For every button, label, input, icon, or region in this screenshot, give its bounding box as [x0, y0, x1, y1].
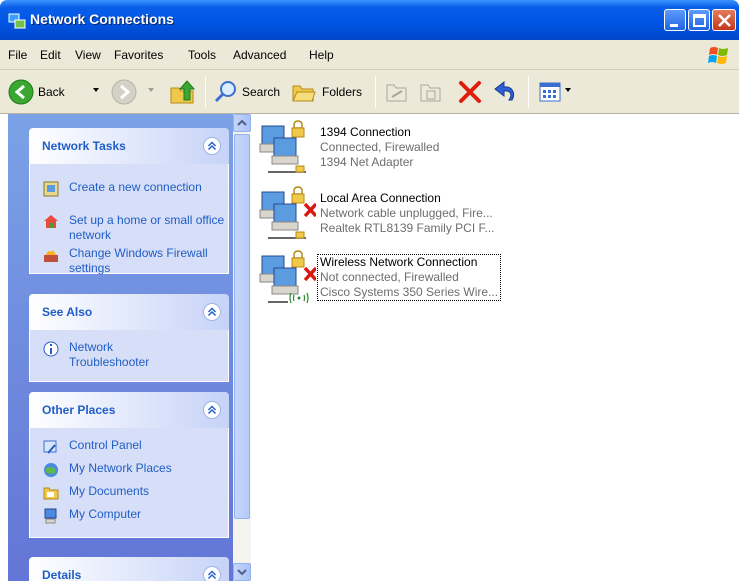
back-button[interactable]: Back: [38, 85, 65, 99]
info-icon: [43, 341, 59, 357]
connection-wireless[interactable]: Wireless Network Connection Not connecte…: [258, 250, 528, 310]
network-tasks-header[interactable]: Network Tasks: [29, 128, 229, 164]
maximize-icon: [693, 14, 706, 27]
up-folder-icon[interactable]: [168, 78, 196, 106]
panel-title: Details: [42, 568, 82, 581]
move-to-icon[interactable]: [384, 79, 410, 105]
task-network-troubleshooter[interactable]: Network Troubleshooter: [43, 340, 169, 370]
toolbar-separator: [375, 76, 376, 108]
windows-logo-icon: [708, 47, 728, 64]
copy-to-icon[interactable]: [418, 79, 444, 105]
network-places-icon: [44, 463, 58, 477]
chevron-up-icon: [237, 119, 247, 126]
see-also-header[interactable]: See Also: [29, 294, 229, 330]
menu-advanced[interactable]: Advanced: [233, 48, 286, 62]
close-button[interactable]: [712, 9, 736, 31]
toolbar: Back Search Folders: [0, 70, 739, 114]
search-button[interactable]: Search: [242, 85, 280, 99]
undo-icon[interactable]: [492, 79, 518, 105]
wireless-connection-icon: [259, 250, 316, 304]
folders-icon[interactable]: [291, 79, 317, 105]
new-connection-icon: [43, 181, 59, 197]
search-icon[interactable]: [213, 79, 239, 105]
menu-edit[interactable]: Edit: [40, 48, 61, 62]
task-create-connection[interactable]: Create a new connection: [43, 180, 202, 197]
network-tasks-panel: Network Tasks Create a new connection Se…: [29, 128, 229, 276]
folders-button[interactable]: Folders: [322, 85, 362, 99]
other-places-body: Control Panel My Network Places My Docum…: [29, 428, 229, 538]
toolbar-separator: [205, 76, 206, 108]
connection-device: 1394 Net Adapter: [320, 155, 414, 169]
see-also-body: Network Troubleshooter: [29, 330, 229, 382]
forward-dropdown-icon[interactable]: [148, 88, 154, 92]
connection-name: Local Area Connection: [320, 191, 441, 205]
network-tasks-body: Create a new connection Set up a home or…: [29, 164, 229, 276]
task-firewall-settings[interactable]: Change Windows Firewall settings: [43, 246, 228, 276]
collapse-chevron-icon[interactable]: [203, 566, 221, 581]
documents-folder-icon: [43, 487, 59, 500]
other-places-header[interactable]: Other Places: [29, 392, 229, 428]
menu-tools[interactable]: Tools: [188, 48, 216, 62]
task-pane: Network Tasks Create a new connection Se…: [8, 114, 233, 581]
place-my-documents[interactable]: My Documents: [43, 484, 149, 501]
views-icon[interactable]: [538, 80, 562, 104]
network-connection-icon: [259, 186, 316, 239]
connection-name: Wireless Network Connection: [320, 255, 478, 269]
back-arrow-icon[interactable]: [8, 79, 34, 105]
computer-icon: [44, 508, 57, 524]
delete-icon[interactable]: [457, 79, 483, 105]
task-home-network[interactable]: Set up a home or small office network: [43, 213, 228, 243]
place-my-network-places[interactable]: My Network Places: [43, 461, 172, 478]
menu-file[interactable]: File: [8, 48, 27, 62]
window-title: Network Connections: [30, 11, 174, 27]
title-bar: Network Connections: [0, 0, 739, 40]
scroll-thumb[interactable]: [234, 134, 250, 519]
scroll-down-button[interactable]: [233, 563, 251, 581]
connection-name: 1394 Connection: [320, 125, 411, 139]
collapse-chevron-icon[interactable]: [203, 401, 221, 419]
minimize-icon: [670, 24, 678, 27]
panel-title: Network Tasks: [42, 139, 126, 153]
see-also-panel: See Also Network Troubleshooter: [29, 294, 229, 382]
connection-status: Network cable unplugged, Fire...: [320, 206, 493, 220]
connection-1394[interactable]: 1394 Connection Connected, Firewalled 13…: [258, 120, 528, 180]
menu-view[interactable]: View: [75, 48, 101, 62]
task-pane-scrollbar[interactable]: [233, 114, 251, 581]
network-connection-icon: [259, 120, 306, 173]
collapse-chevron-icon[interactable]: [203, 137, 221, 155]
scroll-up-button[interactable]: [233, 114, 251, 132]
panel-title: See Also: [42, 305, 93, 319]
firewall-icon: [44, 250, 58, 262]
chevron-down-icon: [237, 569, 247, 576]
menu-favorites[interactable]: Favorites: [114, 48, 163, 62]
connection-status: Not connected, Firewalled: [320, 270, 459, 284]
views-dropdown-icon[interactable]: [565, 88, 571, 92]
network-connections-icon: [8, 13, 26, 29]
menu-bar: File Edit View Favorites Tools Advanced …: [0, 40, 739, 70]
connection-device: Realtek RTL8139 Family PCI F...: [320, 221, 495, 235]
maximize-button[interactable]: [688, 9, 710, 31]
close-icon: [718, 14, 731, 27]
connection-status: Connected, Firewalled: [320, 140, 440, 154]
details-header[interactable]: Details: [29, 557, 229, 581]
toolbar-separator: [528, 76, 529, 108]
connection-local-area[interactable]: Local Area Connection Network cable unpl…: [258, 186, 528, 246]
menu-help[interactable]: Help: [309, 48, 334, 62]
forward-arrow-icon[interactable]: [111, 79, 137, 105]
place-control-panel[interactable]: Control Panel: [43, 438, 142, 455]
back-dropdown-icon[interactable]: [93, 88, 99, 92]
minimize-button[interactable]: [664, 9, 686, 31]
connection-device: Cisco Systems 350 Series Wire...: [320, 285, 499, 299]
details-panel: Details: [29, 557, 229, 581]
other-places-panel: Other Places Control Panel My Network Pl…: [29, 392, 229, 538]
place-my-computer[interactable]: My Computer: [43, 507, 141, 524]
control-panel-icon: [43, 440, 57, 454]
collapse-chevron-icon[interactable]: [203, 303, 221, 321]
home-network-icon: [44, 215, 58, 228]
panel-title: Other Places: [42, 403, 116, 417]
